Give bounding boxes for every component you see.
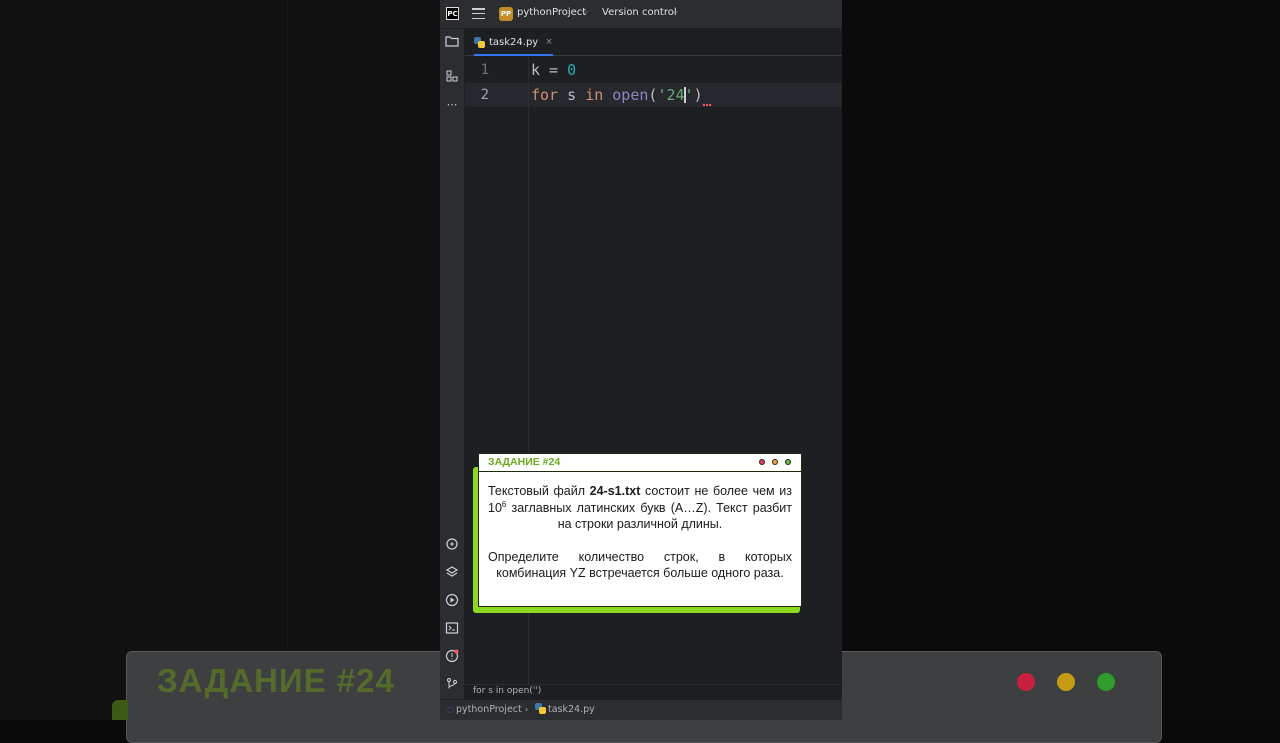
error-squiggle — [703, 100, 711, 106]
structure-icon[interactable] — [444, 69, 460, 85]
problems-icon[interactable] — [444, 649, 460, 665]
chevron-down-icon[interactable]: ⌵ — [672, 7, 678, 17]
python-file-icon — [474, 36, 485, 48]
dot-red-icon — [759, 459, 765, 465]
dot-green-icon — [785, 459, 791, 465]
title-bar: PC PP pythonProject ⌵ Version control ⌵ — [440, 0, 842, 29]
project-badge[interactable]: PP — [499, 7, 513, 21]
background-divider — [287, 0, 288, 720]
pycharm-logo-icon[interactable]: PC — [446, 7, 459, 20]
code-line-2[interactable]: for s in open('24') — [531, 86, 703, 104]
task-card-header: ЗАДАНИЕ #24 — [479, 454, 801, 472]
version-control-menu[interactable]: Version control — [602, 7, 677, 18]
active-tab-indicator — [474, 54, 553, 56]
chevron-down-icon[interactable]: ⌵ — [582, 7, 588, 17]
editor-tab-bar: task24.py × — [465, 29, 842, 56]
terminal-icon[interactable] — [444, 621, 460, 637]
python-file-icon — [535, 703, 546, 717]
git-icon[interactable] — [444, 677, 460, 693]
task-card: ЗАДАНИЕ #24 Текстовый файл 24-s1.txt сос… — [478, 453, 802, 607]
code-breadcrumb[interactable]: for s in open('') — [473, 686, 541, 696]
code-breadcrumb-bar: for s in open('') — [465, 684, 842, 700]
task-card-body: Текстовый файл 24-s1.txt состоит не боле… — [479, 472, 801, 582]
status-bar: ◌ pythonProject › task24.py — [440, 700, 842, 720]
python-packages-icon[interactable] — [444, 537, 460, 553]
background-card-edge — [112, 700, 128, 720]
line-number: 1 — [480, 62, 489, 78]
task-filename: 24-s1.txt — [589, 484, 641, 498]
close-icon[interactable]: × — [545, 37, 553, 47]
run-icon[interactable] — [444, 593, 460, 609]
chevron-right-icon: › — [525, 705, 529, 714]
background-title: ЗАДАНИЕ #24 — [157, 662, 395, 699]
background-dot-green — [1097, 673, 1115, 691]
project-folder-icon[interactable] — [444, 35, 460, 51]
background-dot-yellow — [1057, 673, 1075, 691]
layers-icon[interactable] — [444, 565, 460, 581]
tab-task24[interactable]: task24.py × — [474, 29, 553, 56]
background-dot-red — [1017, 673, 1035, 691]
module-icon: ◌ — [447, 705, 454, 714]
dot-yellow-icon — [772, 459, 778, 465]
task-paragraph-2: Определите количество строк, в которых к… — [488, 549, 792, 581]
more-tools-icon[interactable]: ⋯ — [444, 97, 460, 113]
code-line-1[interactable]: k = 0 — [531, 61, 576, 79]
main-menu-icon[interactable] — [472, 8, 485, 19]
background-left — [0, 0, 440, 720]
task-card-title: ЗАДАНИЕ #24 — [488, 456, 561, 468]
status-file[interactable]: task24.py — [548, 704, 595, 715]
background-right — [842, 0, 1280, 720]
status-project[interactable]: pythonProject — [456, 704, 522, 715]
tool-window-strip: ⋯ — [440, 29, 465, 699]
task-paragraph-1: Текстовый файл 24-s1.txt состоит не боле… — [488, 484, 792, 531]
line-number: 2 — [480, 87, 489, 103]
tab-label: task24.py — [489, 36, 539, 48]
project-selector[interactable]: pythonProject — [517, 7, 586, 18]
